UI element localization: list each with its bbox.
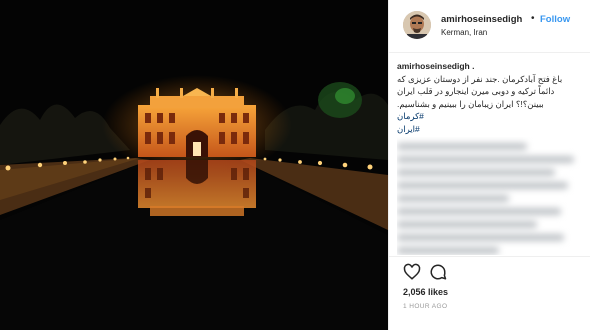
blurred-comments-area [397, 137, 583, 255]
actions-divider [389, 256, 590, 257]
separator-dot: • [531, 13, 535, 24]
likes-count[interactable]: 2,056 likes [403, 287, 448, 297]
post-timestamp[interactable]: 1 HOUR AGO [403, 303, 447, 310]
post-header: amirhoseinsedigh • Follow Kerman, Iran [389, 0, 590, 53]
caption-line-2: دائماً ترکیه و دوبی میرن اینجارو در قلب … [397, 86, 555, 96]
caption-line-3: ببینن؟!؟ ایران زیبامان را ببینیم و بشناس… [397, 98, 544, 109]
avatar[interactable] [403, 11, 431, 39]
night-garden-palace-image [0, 0, 388, 330]
avatar-photo-icon [403, 11, 431, 39]
post-caption: amirhoseinsedigh . باغ فتح آبادکرمان .جن… [397, 60, 583, 135]
post-side-panel: amirhoseinsedigh • Follow Kerman, Iran a… [388, 0, 590, 330]
location-link[interactable]: Kerman, Iran [441, 28, 487, 37]
caption-username[interactable]: amirhoseinsedigh . [397, 60, 583, 73]
hashtag-iran[interactable]: #ایران [397, 123, 583, 136]
username-link[interactable]: amirhoseinsedigh [441, 14, 522, 25]
caption-line-1: باغ فتح آبادکرمان .جند نفر از دوستان عزی… [397, 73, 563, 84]
comment-bubble-icon[interactable] [429, 263, 447, 286]
follow-button[interactable]: Follow [540, 14, 570, 25]
hashtag-kerman[interactable]: #کرمان [397, 110, 583, 123]
post-photo[interactable] [0, 0, 388, 330]
heart-outline-icon[interactable] [403, 263, 421, 286]
